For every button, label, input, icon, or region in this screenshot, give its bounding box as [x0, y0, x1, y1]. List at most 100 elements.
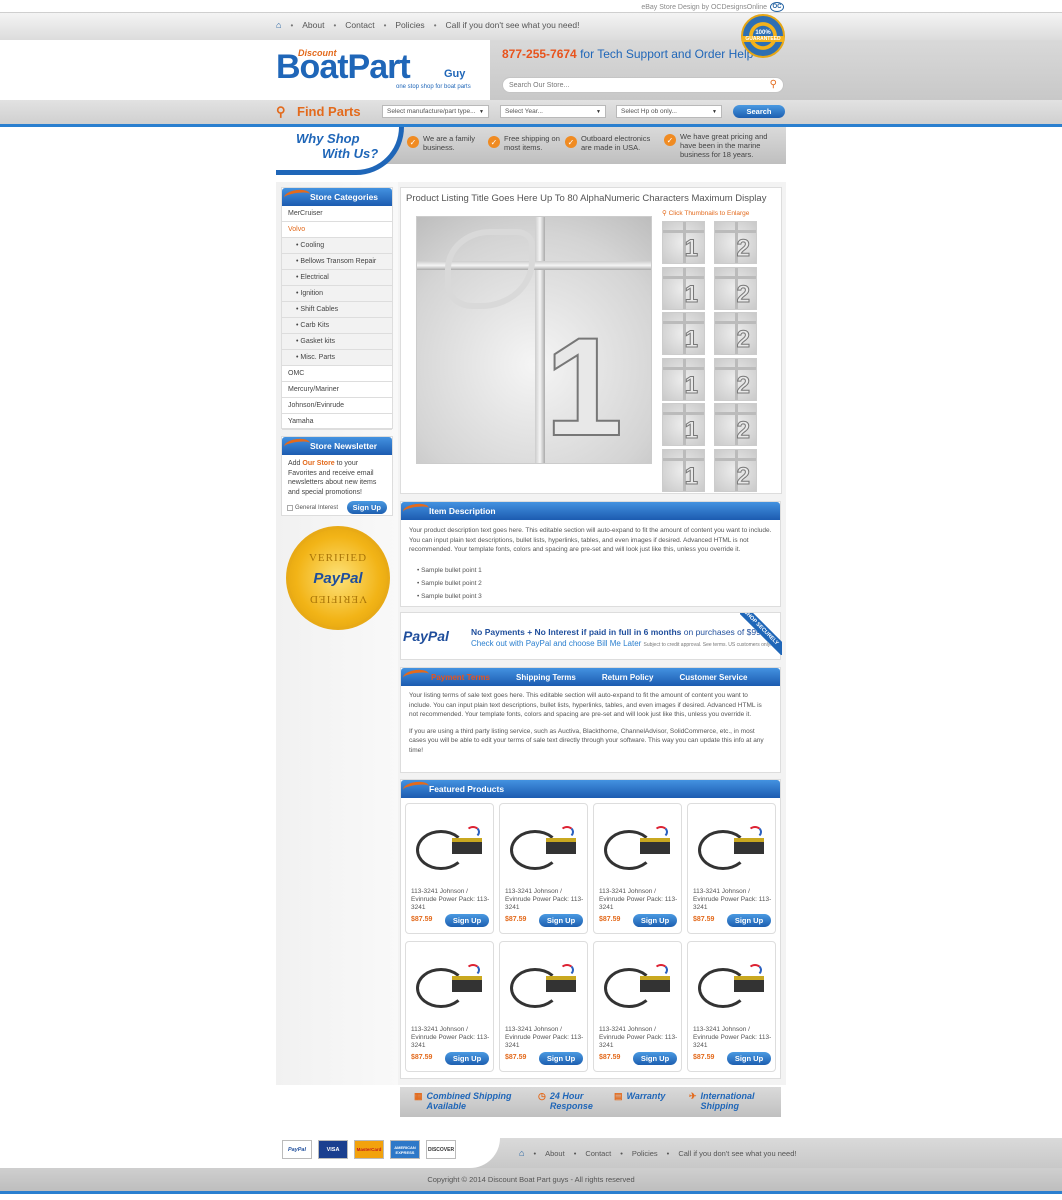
product-card-button[interactable]: Sign Up	[727, 914, 771, 927]
tab-shipping-terms[interactable]: Shipping Terms	[516, 673, 576, 682]
product-thumbnail[interactable]: 2	[714, 357, 757, 401]
home-icon[interactable]: ⌂	[519, 1148, 524, 1158]
category-item[interactable]: • Carb Kits	[282, 318, 392, 334]
category-item[interactable]: • Gasket kits	[282, 334, 392, 350]
product-card[interactable]: 113-3241 Johnson / Evinrude Power Pack: …	[593, 803, 682, 934]
find-parts-icon: ⚲	[276, 104, 286, 119]
product-card-title[interactable]: 113-3241 Johnson / Evinrude Power Pack: …	[599, 1026, 679, 1050]
product-thumbnail[interactable]: 2	[714, 221, 757, 264]
product-card-title[interactable]: 113-3241 Johnson / Evinrude Power Pack: …	[599, 888, 679, 912]
product-thumbnail[interactable]: 2	[714, 403, 757, 446]
product-card-title[interactable]: 113-3241 Johnson / Evinrude Power Pack: …	[411, 1026, 491, 1050]
product-card-button[interactable]: Sign Up	[633, 914, 677, 927]
copyright: Copyright © 2014 Discount Boat Part guys…	[427, 1175, 635, 1184]
product-thumbnail[interactable]: 1	[662, 448, 705, 492]
newsletter-text: Add Our Store to your Favorites and rece…	[288, 460, 377, 496]
tab-return-policy[interactable]: Return Policy	[602, 673, 654, 682]
category-item[interactable]: • Electrical	[282, 270, 392, 286]
product-card[interactable]: 113-3241 Johnson / Evinrude Power Pack: …	[499, 941, 588, 1072]
category-item[interactable]: • Ignition	[282, 286, 392, 302]
footer-about[interactable]: About	[545, 1149, 565, 1158]
category-item[interactable]: • Misc. Parts	[282, 350, 392, 366]
paypal-credit-banner[interactable]: PayPal No Payments + No Interest if paid…	[400, 612, 782, 660]
product-thumbnail[interactable]: 1	[662, 403, 705, 446]
why-shop-title: Why Shop With Us?	[276, 127, 404, 175]
category-item[interactable]: • Bellows Transom Repair	[282, 254, 392, 270]
select-part-type[interactable]: Select manufacture/part type... ▼	[382, 105, 489, 118]
product-thumbnail[interactable]: 1	[662, 221, 705, 264]
tab-payment-terms[interactable]: Payment Terms	[431, 673, 490, 682]
our-store-link[interactable]: Our Store	[302, 460, 334, 467]
category-item[interactable]: MerCruiser	[282, 206, 392, 222]
mastercard-icon: MasterCard	[354, 1140, 384, 1159]
product-card[interactable]: 113-3241 Johnson / Evinrude Power Pack: …	[687, 803, 776, 934]
select-hp[interactable]: Select Hp ob only... ▼	[616, 105, 722, 118]
product-card-title[interactable]: 113-3241 Johnson / Evinrude Power Pack: …	[693, 888, 773, 912]
search-icon[interactable]: ⚲	[770, 79, 777, 90]
product-card[interactable]: 113-3241 Johnson / Evinrude Power Pack: …	[405, 803, 494, 934]
product-card-button[interactable]: Sign Up	[539, 914, 583, 927]
tab-customer-service[interactable]: Customer Service	[679, 673, 747, 682]
power-pack-image[interactable]	[698, 960, 768, 1010]
guarantee-label: GUARANTEED	[742, 36, 784, 42]
bullet-item: • Sample bullet point 1	[417, 566, 482, 574]
product-card-title[interactable]: 113-3241 Johnson / Evinrude Power Pack: …	[505, 1026, 585, 1050]
select-year[interactable]: Select Year... ▼	[500, 105, 606, 118]
category-item[interactable]: • Shift Cables	[282, 302, 392, 318]
product-card[interactable]: 113-3241 Johnson / Evinrude Power Pack: …	[593, 941, 682, 1072]
product-card-title[interactable]: 113-3241 Johnson / Evinrude Power Pack: …	[505, 888, 585, 912]
nav-call[interactable]: Call if you don't see what you need!	[446, 20, 580, 30]
nav-contact[interactable]: Contact	[345, 20, 374, 30]
footer-call[interactable]: Call if you don't see what you need!	[678, 1149, 796, 1158]
product-thumbnail[interactable]: 2	[714, 448, 757, 492]
nav-about[interactable]: About	[302, 20, 324, 30]
store-logo[interactable]: BoatPart Discount Guy one stop shop for …	[276, 46, 486, 98]
power-pack-image[interactable]	[604, 960, 674, 1010]
store-credit: eBay Store Design by OCDesignsOnline OC	[641, 2, 784, 12]
category-item[interactable]: Volvo	[282, 222, 392, 238]
document-icon: ▤	[614, 1091, 623, 1101]
product-card[interactable]: 113-3241 Johnson / Evinrude Power Pack: …	[687, 941, 776, 1072]
footer-policies[interactable]: Policies	[632, 1149, 658, 1158]
amex-card-icon: AMERICAN EXPRESS	[390, 1140, 420, 1159]
product-card-button[interactable]: Sign Up	[539, 1052, 583, 1065]
phone-number[interactable]: 877-255-7674	[502, 47, 577, 61]
guarantee-badge: 100% GUARANTEED	[741, 14, 785, 58]
newsletter-signup-button[interactable]: Sign Up	[346, 501, 387, 514]
category-item[interactable]: Mercury/Mariner	[282, 382, 392, 398]
general-interest-checkbox[interactable]: General Interest	[287, 504, 338, 511]
footer-contact[interactable]: Contact	[585, 1149, 611, 1158]
category-item[interactable]: • Cooling	[282, 238, 392, 254]
product-card-button[interactable]: Sign Up	[633, 1052, 677, 1065]
product-card[interactable]: 113-3241 Johnson / Evinrude Power Pack: …	[405, 941, 494, 1072]
product-thumbnail[interactable]: 1	[662, 357, 705, 401]
visa-card-icon: VISA	[318, 1140, 348, 1159]
swoosh-icon	[402, 780, 430, 796]
product-thumbnail[interactable]: 2	[714, 266, 757, 310]
product-card-button[interactable]: Sign Up	[445, 914, 489, 927]
power-pack-image[interactable]	[416, 960, 486, 1010]
product-card-button[interactable]: Sign Up	[445, 1052, 489, 1065]
power-pack-image[interactable]	[416, 822, 486, 872]
category-item[interactable]: Johnson/Evinrude	[282, 398, 392, 414]
search-input[interactable]: Search Our Store... ⚲	[502, 77, 784, 93]
power-pack-image[interactable]	[510, 822, 580, 872]
category-item[interactable]: OMC	[282, 366, 392, 382]
chevron-down-icon: ▼	[479, 108, 484, 115]
product-card-title[interactable]: 113-3241 Johnson / Evinrude Power Pack: …	[411, 888, 491, 912]
main-product-image[interactable]: 1	[416, 216, 652, 464]
product-card-title[interactable]: 113-3241 Johnson / Evinrude Power Pack: …	[693, 1026, 773, 1050]
item-description: Item Description Your product descriptio…	[400, 501, 781, 607]
product-thumbnail[interactable]: 2	[714, 312, 757, 355]
power-pack-image[interactable]	[698, 822, 768, 872]
category-item[interactable]: Yamaha	[282, 414, 392, 430]
product-thumbnail[interactable]: 1	[662, 312, 705, 355]
home-icon[interactable]: ⌂	[276, 20, 281, 30]
power-pack-image[interactable]	[604, 822, 674, 872]
nav-policies[interactable]: Policies	[395, 20, 424, 30]
power-pack-image[interactable]	[510, 960, 580, 1010]
product-thumbnail[interactable]: 1	[662, 266, 705, 310]
finder-search-button[interactable]: Search	[733, 105, 785, 118]
product-card-button[interactable]: Sign Up	[727, 1052, 771, 1065]
product-card[interactable]: 113-3241 Johnson / Evinrude Power Pack: …	[499, 803, 588, 934]
